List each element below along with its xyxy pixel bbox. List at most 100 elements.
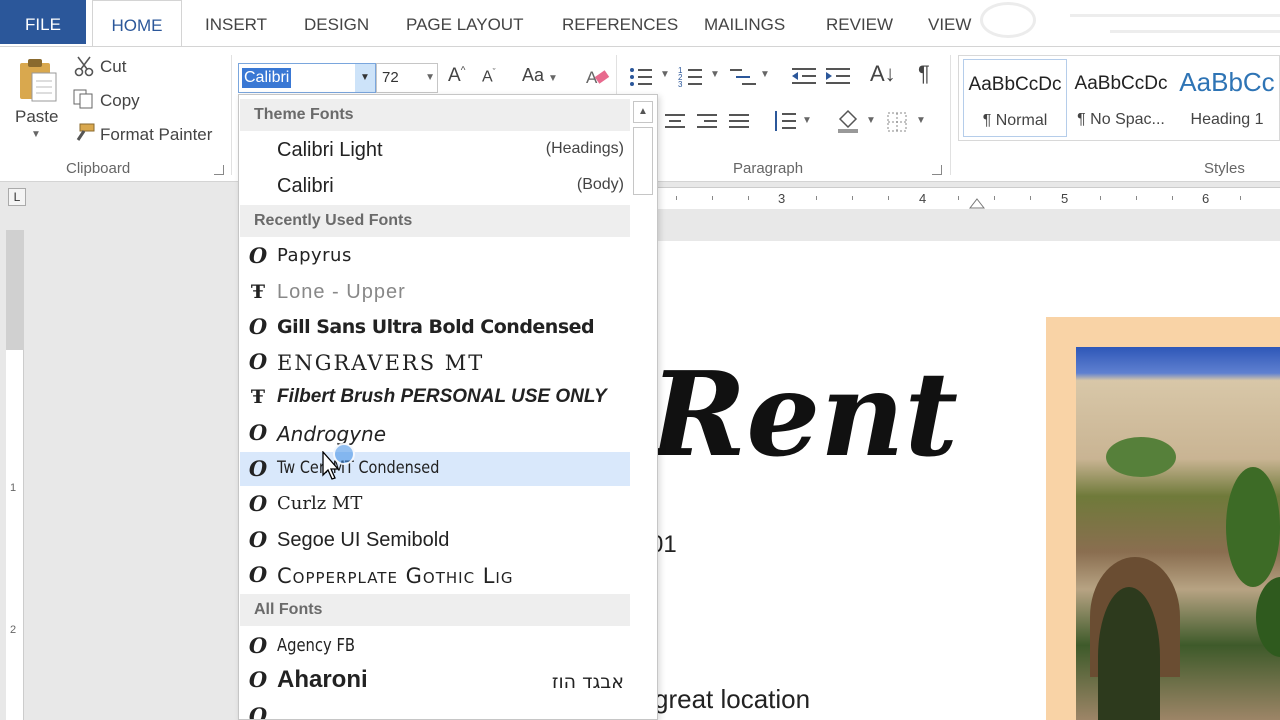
truetype-icon: Ŧ [250, 386, 266, 408]
watermark-circle [980, 2, 1036, 38]
vertical-ruler[interactable]: 1 2 [6, 230, 24, 720]
font-item[interactable]: O [240, 699, 630, 719]
numbering-dropdown-icon[interactable]: ▼ [710, 69, 720, 80]
line-spacing-dropdown-icon[interactable]: ▼ [802, 115, 812, 126]
bullets-icon[interactable] [628, 65, 656, 89]
document-title-text[interactable]: Rent [650, 357, 958, 473]
paragraph-group-label: Paragraph [733, 160, 804, 177]
justify-icon[interactable] [726, 111, 752, 133]
font-item-name: Tw Cen MT Condensed [277, 458, 440, 478]
paragraph-dialog-launcher-icon[interactable] [932, 165, 942, 175]
all-fonts-header: All Fonts [240, 594, 630, 626]
paste-dropdown-icon[interactable]: ▼ [31, 129, 41, 140]
font-size-dropdown-icon[interactable]: ▼ [425, 64, 435, 92]
scrollbar-thumb[interactable] [633, 127, 653, 195]
shrink-font-icon[interactable]: Aˇ [482, 67, 496, 86]
tab-mailings[interactable]: MAILINGS [704, 0, 785, 46]
tab-selector-button[interactable]: L [8, 188, 26, 206]
font-item-name: Calibri [277, 175, 334, 197]
tab-file[interactable]: FILE [0, 0, 86, 44]
font-size-value[interactable]: 72 [382, 69, 399, 86]
font-item[interactable]: O Aharoni אבגד הוז [240, 663, 630, 697]
font-item-name: Agency FB [277, 635, 356, 656]
opentype-icon: O [248, 314, 268, 339]
style-normal[interactable]: AaBbCcDc ¶ Normal [963, 59, 1067, 137]
font-item[interactable]: Ŧ Filbert Brush PERSONAL USE ONLY [240, 380, 630, 414]
style-no-spacing[interactable]: AaBbCcDc ¶ No Spac... [1069, 59, 1173, 137]
tab-home[interactable]: HOME [92, 0, 182, 47]
bullets-dropdown-icon[interactable]: ▼ [660, 69, 670, 80]
copy-icon [73, 89, 93, 109]
format-painter-button[interactable]: Format Painter [100, 125, 212, 145]
document-text[interactable]: great location [654, 684, 810, 715]
font-item[interactable]: O Curlz MT [240, 487, 630, 521]
tab-references[interactable]: REFERENCES [562, 0, 678, 46]
font-item-name: Gill Sans Ultra Bold Condensed [277, 316, 595, 338]
sort-icon[interactable]: A↓ [870, 61, 896, 87]
clipboard-dialog-launcher-icon[interactable] [214, 165, 224, 175]
indent-marker-icon[interactable] [969, 198, 985, 210]
cut-button[interactable]: Cut [100, 57, 126, 77]
style-heading-1[interactable]: AaBbCc Heading 1 [1175, 59, 1279, 137]
show-formatting-marks-icon[interactable]: ¶ [918, 61, 930, 87]
font-item-name: ENGRAVERS MT [277, 351, 485, 375]
borders-dropdown-icon[interactable]: ▼ [916, 115, 926, 126]
tab-page-layout[interactable]: PAGE LAYOUT [406, 0, 523, 46]
copy-button[interactable]: Copy [100, 91, 140, 111]
font-item[interactable]: O Androgyne [240, 416, 630, 450]
shading-dropdown-icon[interactable]: ▼ [866, 115, 876, 126]
font-name-combobox[interactable]: Calibri ▼ [238, 63, 376, 93]
tab-review[interactable]: REVIEW [826, 0, 893, 46]
photo-frame[interactable] [1046, 317, 1280, 720]
line-spacing-icon[interactable] [772, 109, 798, 135]
grow-font-icon[interactable]: A^ [448, 65, 465, 87]
document-page[interactable]: Rent 01 great location [640, 241, 1280, 720]
font-item-name: Aharoni [277, 666, 368, 693]
style-sample: AaBbCcDc [968, 74, 1062, 95]
tab-design[interactable]: DESIGN [304, 0, 369, 46]
font-name-dropdown-icon[interactable]: ▼ [355, 64, 375, 92]
recent-fonts-header: Recently Used Fonts [240, 205, 630, 237]
font-item-name: Segoe UI Semibold [277, 529, 450, 551]
increase-indent-icon[interactable] [824, 65, 852, 89]
building-photo[interactable] [1076, 347, 1280, 720]
numbering-icon[interactable]: 1 2 3 [678, 65, 706, 89]
tab-view[interactable]: VIEW [928, 0, 971, 46]
style-name: ¶ Normal [982, 112, 1048, 129]
font-item[interactable]: O Agency FB [240, 629, 630, 663]
decrease-indent-icon[interactable] [790, 65, 818, 89]
paste-button[interactable] [16, 57, 60, 103]
font-item-name: Papyrus [277, 245, 352, 266]
style-name: Heading 1 [1190, 111, 1264, 128]
font-item[interactable]: O Copperplate Gothic Lig [240, 558, 630, 592]
font-item[interactable]: O ENGRAVERS MT [240, 345, 630, 379]
clear-formatting-icon[interactable]: A [584, 65, 610, 89]
font-name-value[interactable]: Calibri [242, 68, 292, 88]
multilevel-dropdown-icon[interactable]: ▼ [760, 69, 770, 80]
shading-icon[interactable] [834, 107, 862, 135]
format-painter-icon [76, 123, 95, 141]
ribbon-tab-bar: FILE HOME INSERT DESIGN PAGE LAYOUT REFE… [0, 0, 1280, 47]
borders-icon[interactable] [886, 111, 908, 133]
font-item[interactable]: Calibri (Body) [240, 169, 630, 203]
style-sample: AaBbCc [1179, 67, 1275, 97]
font-item[interactable]: O Gill Sans Ultra Bold Condensed [240, 310, 630, 344]
font-item[interactable]: O Segoe UI Semibold [240, 523, 630, 557]
font-item[interactable]: Ŧ Lone - Upper [240, 275, 630, 309]
align-center-icon[interactable] [662, 111, 688, 133]
change-case-label: Aa [522, 65, 545, 85]
opentype-icon: O [248, 527, 268, 552]
font-item[interactable]: Calibri Light (Headings) [240, 133, 630, 167]
group-separator [231, 55, 232, 175]
align-right-icon[interactable] [694, 111, 720, 133]
horizontal-ruler[interactable]: 3 4 5 6 [640, 187, 1280, 209]
scroll-up-icon[interactable]: ▲ [633, 101, 653, 123]
paste-label[interactable]: Paste [15, 107, 58, 127]
dropdown-scrollbar[interactable]: ▲ [631, 99, 653, 719]
tab-insert[interactable]: INSERT [205, 0, 267, 46]
font-item-selected[interactable]: O Tw Cen MT Condensed [240, 452, 630, 486]
change-case-button[interactable]: Aa ▼ [522, 65, 558, 86]
font-size-combobox[interactable]: 72 ▼ [376, 63, 438, 93]
multilevel-list-icon[interactable] [728, 65, 760, 89]
font-item[interactable]: O Papyrus [240, 239, 630, 273]
